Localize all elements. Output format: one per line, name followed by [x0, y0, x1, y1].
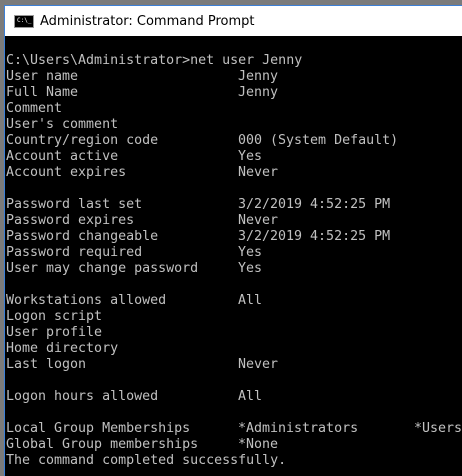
output-line: User name Jenny — [5, 69, 462, 85]
output-line: Password changeable 3/2/2019 4:52:25 PM — [5, 229, 462, 245]
field-label: Global Group memberships — [6, 437, 199, 452]
console-output[interactable]: C:\Users\Administrator>net user Jenny Us… — [5, 36, 462, 469]
field-label: Workstations allowed — [6, 293, 167, 308]
field-value: *None — [238, 437, 279, 452]
field-value: Never — [238, 165, 279, 180]
field-label: Account active — [6, 149, 119, 164]
field-label: Password changeable — [6, 229, 159, 244]
field-label: User name — [6, 69, 79, 84]
field-value: Yes — [238, 245, 263, 260]
field-value: 3/2/2019 4:52:25 PM — [238, 229, 391, 244]
output-line: Account expires Never — [5, 165, 462, 181]
field-label: Password expires — [6, 213, 135, 228]
field-label: User's comment — [6, 117, 119, 132]
field-label: User may change password — [6, 261, 199, 276]
field-label: Country/region code — [6, 133, 159, 148]
field-value: Yes — [238, 261, 263, 276]
output-line: Local Group Memberships *Administrators *U… — [5, 421, 462, 437]
output-line: Workstations allowed All — [5, 293, 462, 309]
output-line: User may change password Yes — [5, 261, 462, 277]
output-line: Home directory — [5, 341, 462, 357]
output-line: Password required Yes — [5, 245, 462, 261]
command-line: C:\Users\Administrator>net user Jenny — [6, 53, 303, 68]
window-title: Administrator: Command Prompt — [40, 13, 255, 29]
output-line: Country/region code 000 (System Default) — [5, 133, 462, 149]
output-line: Global Group memberships *None — [5, 437, 462, 453]
output-line: Logon hours allowed All — [5, 389, 462, 405]
field-value-2: *Users — [414, 421, 462, 436]
field-value: 3/2/2019 4:52:25 PM — [238, 197, 391, 212]
field-value: Jenny — [238, 69, 279, 84]
field-label: The command completed successfully. — [6, 453, 287, 468]
field-label: Local Group Memberships — [6, 421, 191, 436]
cmd-icon: C:\_ — [14, 14, 34, 28]
field-value: 000 (System Default) — [238, 133, 399, 148]
field-value: Never — [238, 213, 279, 228]
output-line: User's comment — [5, 117, 462, 133]
field-label: Account expires — [6, 165, 127, 180]
output-line: The command completed successfully. — [5, 453, 462, 469]
field-value: All — [238, 389, 263, 404]
output-line: Logon script — [5, 309, 462, 325]
field-label: Full Name — [6, 85, 79, 100]
field-value: Jenny — [238, 85, 279, 100]
output-line: Comment — [5, 101, 462, 117]
field-value: Yes — [238, 149, 263, 164]
output-line: Last logon Never — [5, 357, 462, 373]
field-label: Password last set — [6, 197, 143, 212]
title-bar[interactable]: C:\_ Administrator: Command Prompt — [5, 6, 462, 36]
field-value: Never — [238, 357, 279, 372]
field-value: *Administrators — [238, 421, 359, 436]
field-label: Comment — [6, 101, 63, 116]
field-label: Logon hours allowed — [6, 389, 159, 404]
output-line: User profile — [5, 325, 462, 341]
output-line: Password expires Never — [5, 213, 462, 229]
field-label: User profile — [6, 325, 103, 340]
output-line: Full Name Jenny — [5, 85, 462, 101]
field-label: Last logon — [6, 357, 87, 372]
field-value: All — [238, 293, 263, 308]
output-line: Account active Yes — [5, 149, 462, 165]
command-prompt-window: C:\_ Administrator: Command Prompt C:\Us… — [4, 5, 462, 476]
field-label: Logon script — [6, 309, 103, 324]
output-line: Password last set 3/2/2019 4:52:25 PM — [5, 197, 462, 213]
field-label: Password required — [6, 245, 143, 260]
field-label: Home directory — [6, 341, 119, 356]
